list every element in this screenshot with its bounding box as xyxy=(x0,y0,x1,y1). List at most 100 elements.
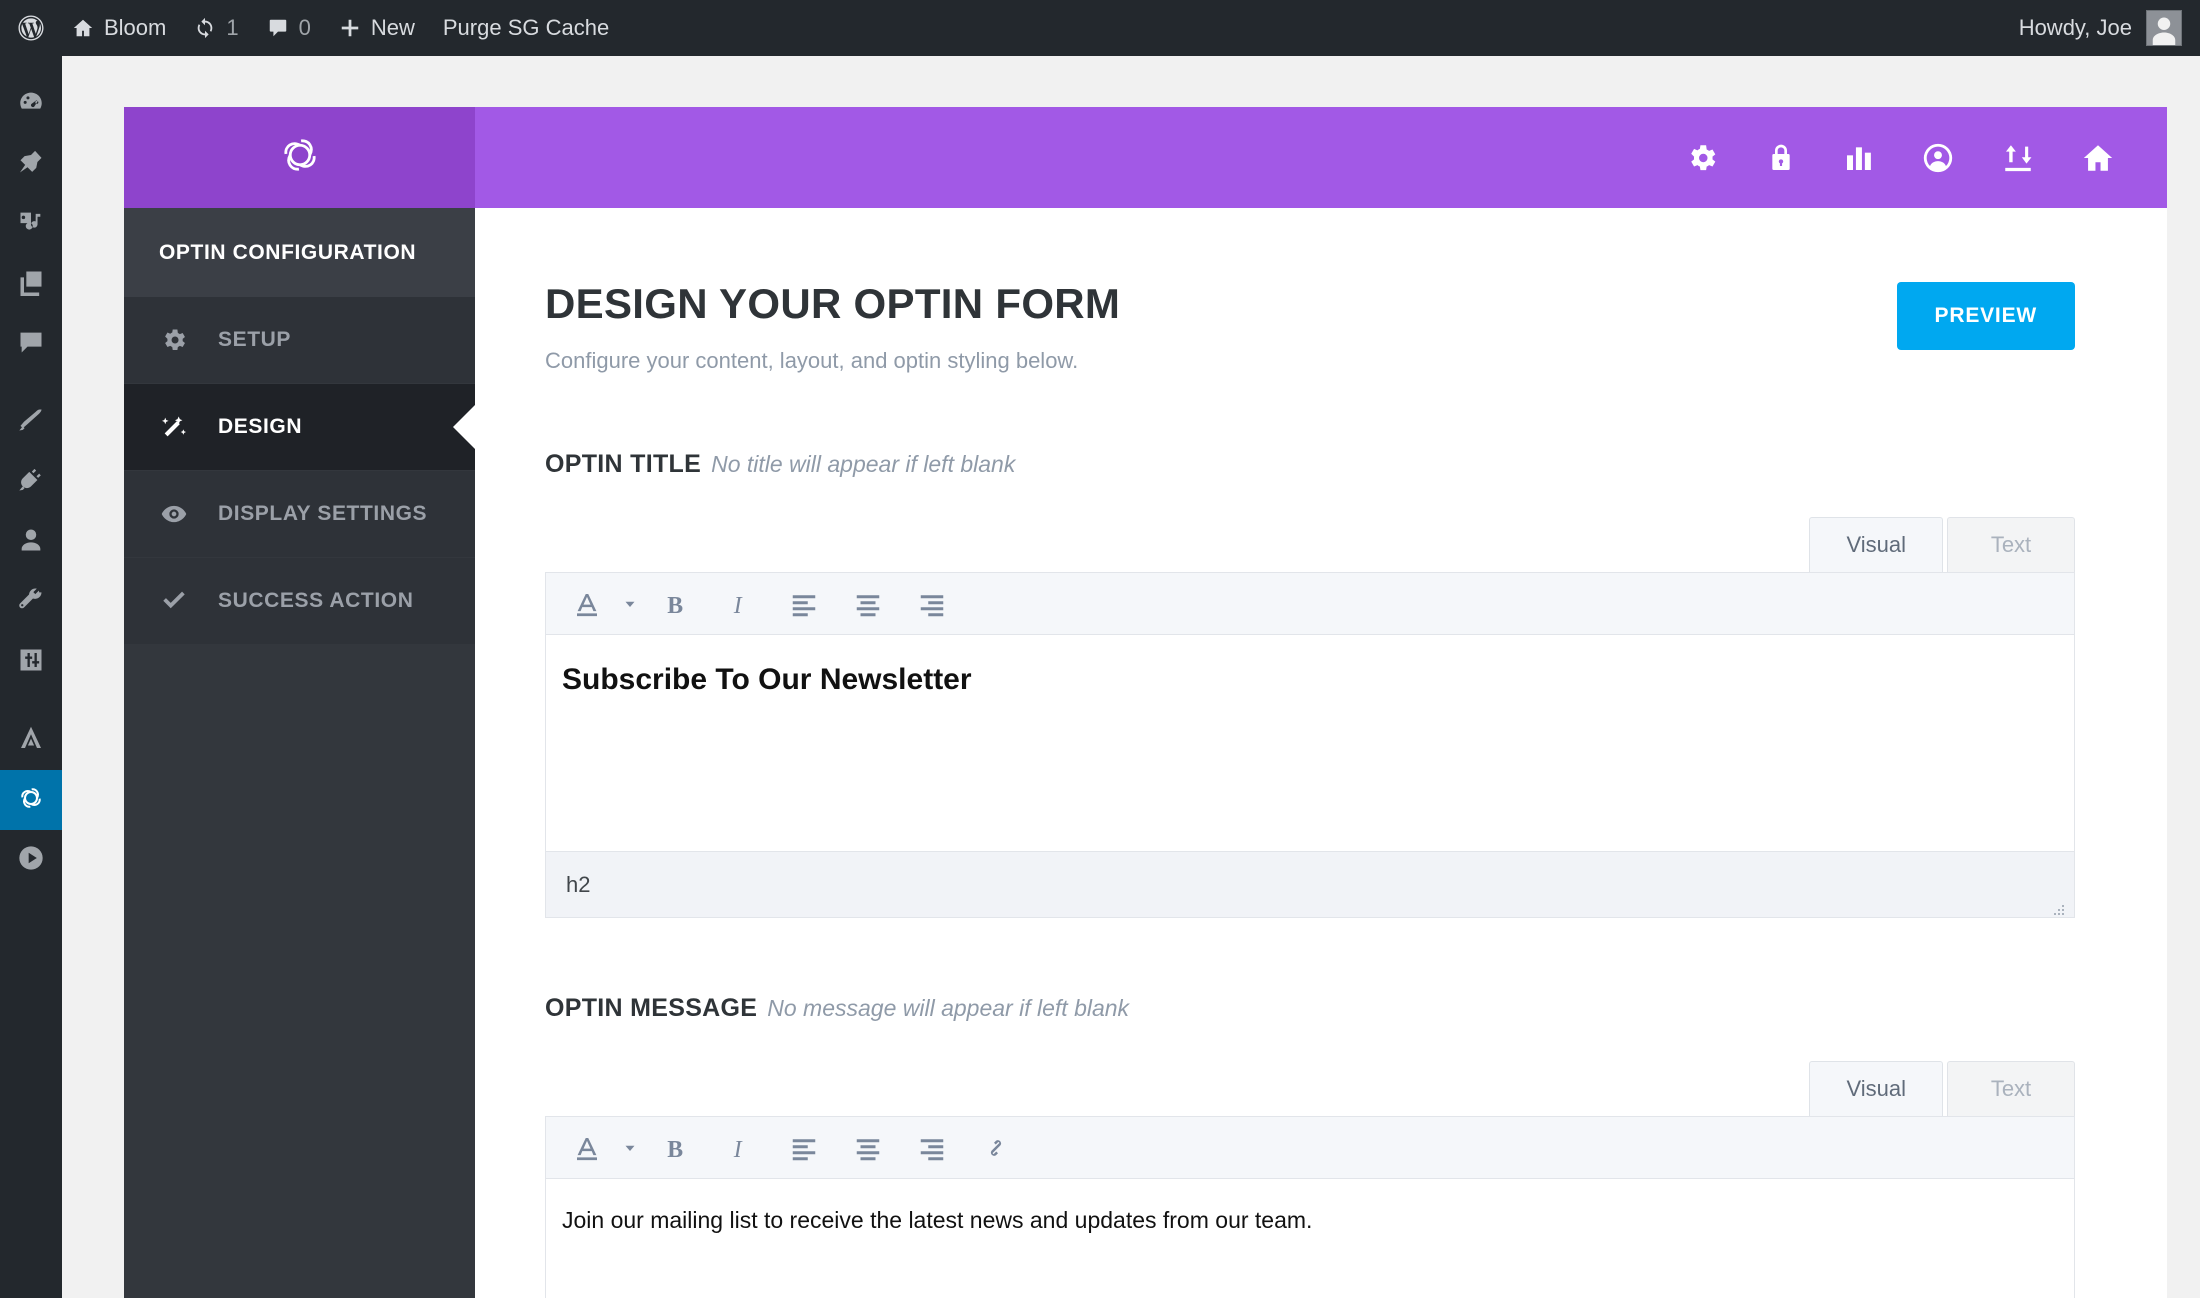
media-icon xyxy=(17,208,45,241)
editor-tabs: Visual Text xyxy=(545,517,2075,573)
wrench-icon xyxy=(17,586,45,619)
nav-item-display-settings[interactable]: DISPLAY SETTINGS xyxy=(124,471,475,558)
magic-wand-icon xyxy=(159,413,189,441)
site-name-menu[interactable]: Bloom xyxy=(58,0,180,56)
updates-count: 1 xyxy=(226,15,239,40)
optin-message-section: OPTIN MESSAGE No message will appear if l… xyxy=(545,994,2075,1298)
align-right-icon[interactable] xyxy=(900,1117,964,1179)
optin-configuration-nav: OPTIN CONFIGURATION SETUP DESIGN DISPLAY… xyxy=(124,208,475,1298)
nav-item-success-action[interactable]: SUCCESS ACTION xyxy=(124,558,475,645)
element-path: h2 xyxy=(566,871,591,897)
comment-bubble-icon xyxy=(17,328,45,361)
comments-menu[interactable]: 0 xyxy=(253,0,325,56)
purge-sg-cache-label: Purge SG Cache xyxy=(442,15,610,40)
pin-icon xyxy=(17,148,45,181)
wp-logo-menu[interactable] xyxy=(0,0,58,56)
updates-menu[interactable]: 1 xyxy=(180,0,252,56)
import-export-icon[interactable] xyxy=(2001,141,2035,175)
new-content-menu[interactable]: New xyxy=(325,0,429,56)
bold-icon[interactable]: B xyxy=(644,1117,708,1179)
bloom-flower-icon xyxy=(274,129,326,186)
avatar[interactable] xyxy=(2146,10,2182,46)
bloom-logo[interactable] xyxy=(124,107,475,208)
italic-icon[interactable]: I xyxy=(708,1117,772,1179)
menu-spacer-2 xyxy=(0,692,62,710)
optin-message-heading: OPTIN MESSAGE No message will appear if l… xyxy=(545,994,2075,1023)
new-content-label: New xyxy=(370,15,415,40)
home-icon xyxy=(72,17,94,39)
bold-icon[interactable]: B xyxy=(644,573,708,635)
bloom-header-actions xyxy=(475,107,2167,208)
sidebar-item-dashboard[interactable] xyxy=(0,74,62,134)
nav-item-label: SETUP xyxy=(218,328,292,351)
sidebar-item-appearance[interactable] xyxy=(0,392,62,452)
sidebar-item-media[interactable] xyxy=(0,194,62,254)
plus-icon xyxy=(339,17,361,39)
gear-icon xyxy=(159,326,189,354)
preview-button[interactable]: PREVIEW xyxy=(1896,282,2075,350)
menu-spacer-top xyxy=(0,56,62,74)
align-right-icon[interactable] xyxy=(900,573,964,635)
tab-visual[interactable]: Visual xyxy=(1809,517,1943,573)
page-title: DESIGN YOUR OPTIN FORM xyxy=(545,280,1121,327)
bloom-body: OPTIN CONFIGURATION SETUP DESIGN DISPLAY… xyxy=(124,208,2167,1298)
chevron-down-icon[interactable] xyxy=(616,1117,644,1179)
optin-message-label: OPTIN MESSAGE xyxy=(545,994,758,1023)
text-color-icon[interactable] xyxy=(558,1117,616,1179)
bloom-plugin-page: OPTIN CONFIGURATION SETUP DESIGN DISPLAY… xyxy=(62,56,2200,1298)
nav-item-label: DISPLAY SETTINGS xyxy=(218,502,428,525)
sidebar-item-media-player[interactable] xyxy=(0,830,62,890)
site-name-label: Bloom xyxy=(104,15,167,40)
nav-item-setup[interactable]: SETUP xyxy=(124,297,475,384)
menu-spacer-1 xyxy=(0,374,62,392)
text-color-icon[interactable] xyxy=(558,573,616,635)
italic-icon[interactable]: I xyxy=(708,573,772,635)
sidebar-item-comments[interactable] xyxy=(0,314,62,374)
optin-title-heading: OPTIN TITLE No title will appear if left … xyxy=(545,450,2075,479)
nav-item-design[interactable]: DESIGN xyxy=(124,384,475,471)
account-circle-icon[interactable] xyxy=(1921,141,1955,175)
sidebar-item-tools[interactable] xyxy=(0,572,62,632)
align-center-icon[interactable] xyxy=(836,573,900,635)
optin-message-hint: No message will appear if left blank xyxy=(767,995,1130,1022)
sidebar-item-users[interactable] xyxy=(0,512,62,572)
bloom-flower-icon xyxy=(15,782,47,819)
align-center-icon[interactable] xyxy=(836,1117,900,1179)
page-header: DESIGN YOUR OPTIN FORM Configure your co… xyxy=(545,280,2075,374)
chevron-down-icon[interactable] xyxy=(616,573,644,635)
editor-toolbar: B I xyxy=(546,1117,2074,1180)
optin-title-content: Subscribe To Our Newsletter xyxy=(562,663,972,697)
updates-icon xyxy=(194,17,216,39)
sidebar-item-posts[interactable] xyxy=(0,134,62,194)
editor-content-area[interactable]: Subscribe To Our Newsletter xyxy=(546,635,2074,852)
tab-visual[interactable]: Visual xyxy=(1809,1061,1943,1117)
bloom-panel: OPTIN CONFIGURATION SETUP DESIGN DISPLAY… xyxy=(124,107,2167,1298)
gear-icon[interactable] xyxy=(1685,141,1719,175)
editor-content-area[interactable]: Join our mailing list to receive the lat… xyxy=(546,1179,2074,1298)
link-icon[interactable] xyxy=(964,1117,1028,1179)
nav-title: OPTIN CONFIGURATION xyxy=(124,208,475,297)
tab-text[interactable]: Text xyxy=(1947,517,2075,573)
page-subtitle: Configure your content, layout, and opti… xyxy=(545,348,1079,374)
editor-box: B I xyxy=(545,572,2075,919)
editor-box: B I xyxy=(545,1116,2075,1298)
play-circle-icon xyxy=(17,844,45,877)
nav-item-label: DESIGN xyxy=(218,415,303,438)
align-left-icon[interactable] xyxy=(772,573,836,635)
sidebar-item-pages[interactable] xyxy=(0,254,62,314)
bar-chart-icon[interactable] xyxy=(1843,142,1875,174)
tab-text[interactable]: Text xyxy=(1947,1061,2075,1117)
sidebar-item-divi[interactable] xyxy=(0,710,62,770)
divi-icon xyxy=(16,723,46,758)
sidebar-item-settings[interactable] xyxy=(0,632,62,692)
resize-handle[interactable] xyxy=(2052,897,2066,916)
purge-sg-cache-menu[interactable]: Purge SG Cache xyxy=(429,0,623,56)
sidebar-item-plugins[interactable] xyxy=(0,452,62,512)
howdy-greeting[interactable]: Howdy, Joe xyxy=(2019,15,2132,41)
home-icon[interactable] xyxy=(2081,141,2115,175)
lock-icon[interactable] xyxy=(1765,142,1797,174)
sidebar-item-bloom[interactable] xyxy=(0,770,70,830)
wp-admin-menu xyxy=(0,56,70,1298)
align-left-icon[interactable] xyxy=(772,1117,836,1179)
svg-text:I: I xyxy=(733,592,743,618)
